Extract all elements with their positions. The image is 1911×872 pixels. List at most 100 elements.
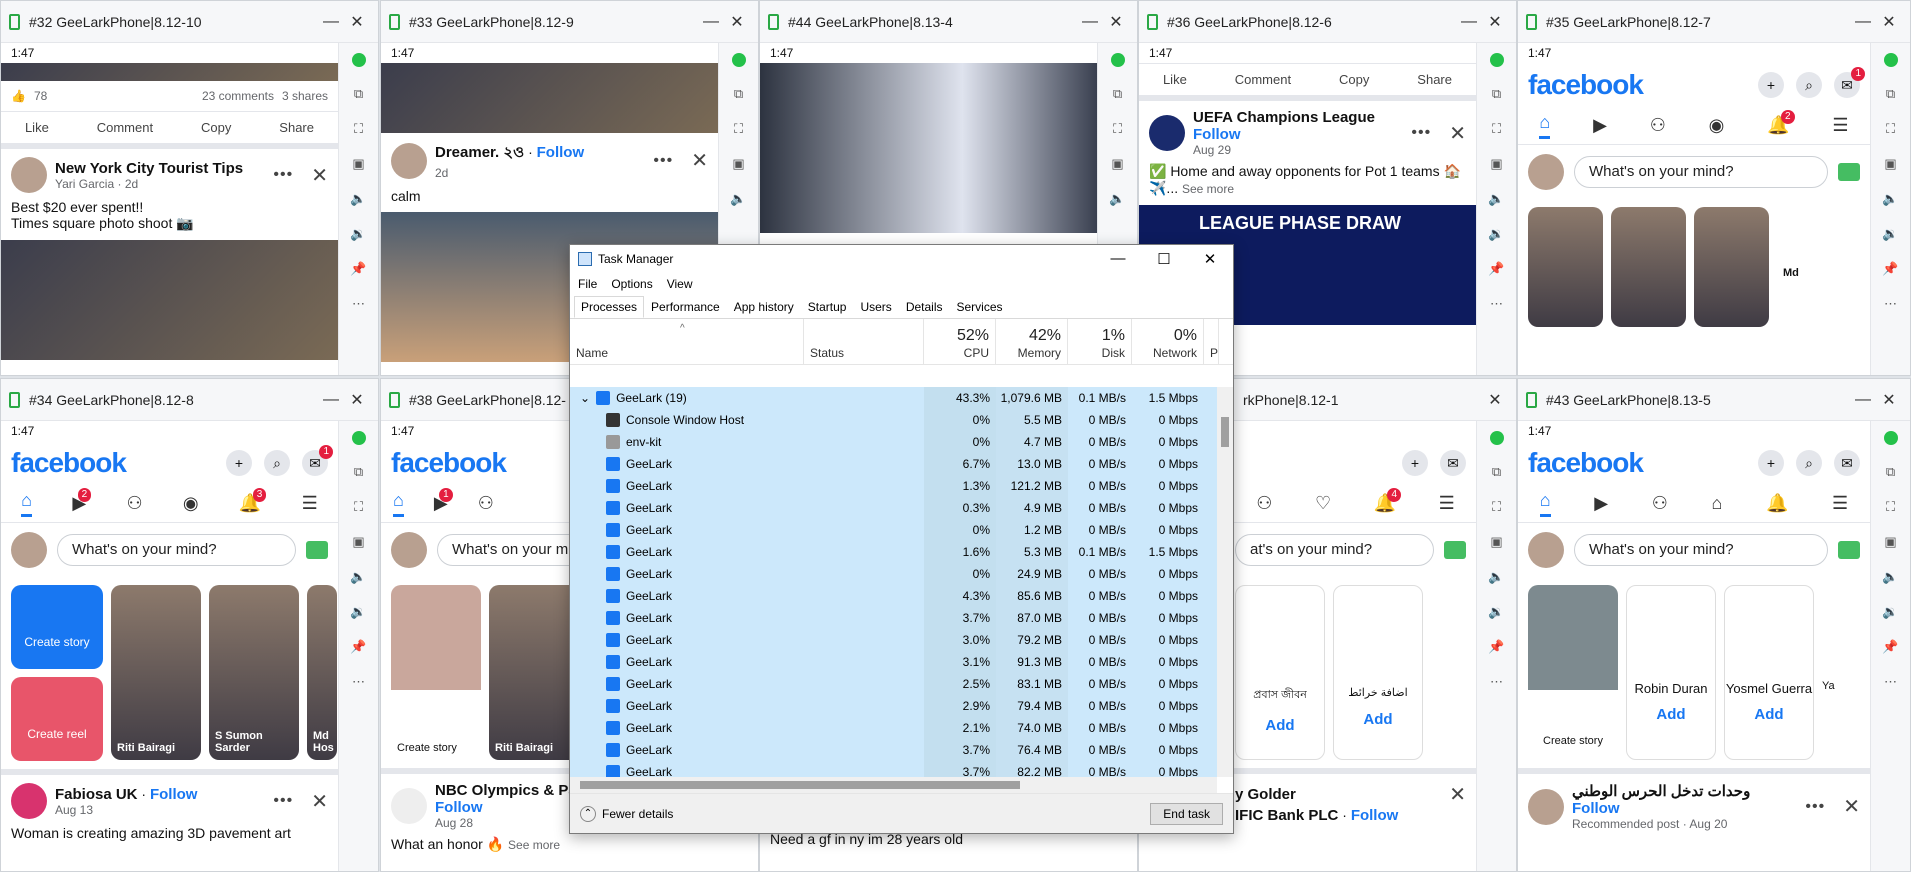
close-icon[interactable]: ✕ — [1103, 12, 1129, 32]
more-icon[interactable]: ⋯ — [1490, 296, 1503, 312]
notifications-icon[interactable]: 🔔 — [1766, 493, 1788, 514]
story-card[interactable] — [1611, 207, 1686, 327]
create-icon[interactable]: + — [1758, 72, 1784, 98]
scroll-thumb[interactable] — [1221, 417, 1229, 447]
follow-button[interactable]: Follow — [1572, 800, 1750, 817]
people-card[interactable]: Ya — [1822, 585, 1842, 760]
process-row[interactable]: Console Window Host 0% 5.5 MB 0 MB/s 0 Mbps — [570, 409, 1217, 431]
friends-icon[interactable]: ⚇ — [1256, 493, 1272, 514]
copy-icon[interactable]: ⧉ — [1492, 86, 1501, 102]
comment-count[interactable]: 23 comments — [202, 89, 274, 103]
profile-icon[interactable]: ◉ — [1709, 115, 1725, 136]
volume-down-icon[interactable]: 🔉 — [1488, 604, 1504, 620]
photo-icon[interactable] — [306, 541, 328, 559]
process-group-row[interactable]: ⌄ GeeLark (19) 43.3% 1,079.6 MB 0.1 MB/s 1.5 … — [570, 387, 1217, 409]
pin-icon[interactable]: 📌 — [350, 639, 366, 655]
screenshot-icon[interactable]: ▣ — [1884, 156, 1896, 172]
more-icon[interactable]: ⋯ — [1490, 674, 1503, 690]
whats-on-your-mind-input[interactable]: What's on your mind? — [1574, 534, 1828, 566]
window-titlebar[interactable]: #32 GeeLarkPhone|8.12-10 — ✕ — [1, 1, 378, 43]
post-image[interactable] — [1, 240, 338, 360]
volume-up-icon[interactable]: 🔈 — [350, 191, 366, 207]
avatar[interactable] — [11, 783, 47, 819]
volume-up-icon[interactable]: 🔈 — [730, 191, 746, 207]
create-story-card[interactable]: Create story — [391, 585, 481, 760]
process-row[interactable]: GeeLark 3.0% 79.2 MB 0 MB/s 0 Mbps — [570, 629, 1217, 651]
create-story-card[interactable]: Create story — [1528, 585, 1618, 760]
minimize-icon[interactable]: — — [1095, 250, 1141, 268]
tab-services[interactable]: Services — [950, 296, 1010, 318]
window-titlebar[interactable]: #36 GeeLarkPhone|8.12-6 — ✕ — [1139, 1, 1516, 43]
home-icon[interactable]: ⌂ — [21, 490, 33, 517]
tab-startup[interactable]: Startup — [801, 296, 854, 318]
friends-icon[interactable]: ⚇ — [1650, 115, 1666, 136]
whats-on-your-mind-input[interactable]: What's on your mind? — [57, 534, 296, 566]
search-icon[interactable]: ⌕ — [1796, 450, 1822, 476]
process-row[interactable]: GeeLark 2.9% 79.4 MB 0 MB/s 0 Mbps — [570, 695, 1217, 717]
friends-icon[interactable]: ⚇ — [1652, 493, 1668, 514]
close-icon[interactable]: ✕ — [1482, 12, 1508, 32]
close-icon[interactable]: ✕ — [724, 12, 750, 32]
process-row[interactable]: GeeLark 0.3% 4.9 MB 0 MB/s 0 Mbps — [570, 497, 1217, 519]
column-network[interactable]: 0% Network — [1132, 319, 1204, 364]
people-card[interactable]: اضافة خرائط Add — [1333, 585, 1423, 760]
column-name[interactable]: ^ Name — [570, 319, 804, 364]
dating-icon[interactable]: ♡ — [1315, 493, 1331, 514]
profile-icon[interactable]: ◉ — [183, 493, 199, 514]
add-friend-button[interactable]: Add — [1725, 706, 1813, 723]
add-friend-button[interactable]: Add — [1236, 717, 1324, 734]
messenger-icon[interactable]: ✉ — [1834, 450, 1860, 476]
process-row[interactable]: GeeLark 2.1% 74.0 MB 0 MB/s 0 Mbps — [570, 717, 1217, 739]
process-row[interactable]: GeeLark 3.1% 91.3 MB 0 MB/s 0 Mbps — [570, 651, 1217, 673]
post-image[interactable] — [381, 63, 718, 133]
window-titlebar[interactable]: #33 GeeLarkPhone|8.12-9 — ✕ — [381, 1, 758, 43]
see-more-link[interactable]: See more — [1182, 182, 1234, 196]
pin-icon[interactable]: 📌 — [350, 261, 366, 277]
screenshot-icon[interactable]: ▣ — [1490, 534, 1502, 550]
copy-button[interactable]: Copy — [1339, 72, 1369, 87]
process-row[interactable]: GeeLark 0% 24.9 MB 0 MB/s 0 Mbps — [570, 563, 1217, 585]
menu-file[interactable]: File — [578, 277, 597, 291]
notifications-icon[interactable]: 🔔 4 — [1374, 488, 1402, 514]
window-titlebar[interactable]: #35 GeeLarkPhone|8.12-7 — ✕ — [1518, 1, 1910, 43]
tab-performance[interactable]: Performance — [644, 296, 727, 318]
avatar[interactable] — [391, 788, 427, 824]
like-button[interactable]: Like — [25, 120, 49, 135]
close-icon[interactable]: ✕ — [1449, 121, 1466, 146]
resize-icon[interactable]: ⛶ — [1886, 499, 1895, 515]
column-disk[interactable]: 1% Disk — [1068, 319, 1132, 364]
share-button[interactable]: Share — [279, 120, 314, 135]
video-icon[interactable]: ▶ 2 — [72, 488, 92, 514]
avatar[interactable] — [11, 532, 47, 568]
resize-icon[interactable]: ⛶ — [1886, 121, 1895, 137]
tab-users[interactable]: Users — [853, 296, 898, 318]
people-card[interactable]: Robin Duran Add — [1626, 585, 1716, 760]
close-icon[interactable]: ✕ — [311, 163, 328, 188]
notifications-icon[interactable]: 🔔 2 — [1767, 110, 1795, 136]
follow-button[interactable]: Follow — [537, 144, 585, 161]
process-row[interactable]: GeeLark 3.7% 82.2 MB 0 MB/s 0 Mbps — [570, 761, 1217, 777]
process-row[interactable]: GeeLark 2.5% 83.1 MB 0 MB/s 0 Mbps — [570, 673, 1217, 695]
follow-button[interactable]: Follow — [1193, 126, 1375, 143]
minimize-icon[interactable]: — — [1456, 13, 1482, 31]
post-page-name[interactable]: New York City Tourist Tips — [55, 160, 243, 177]
close-icon[interactable]: ✕ — [311, 789, 328, 814]
minimize-icon[interactable]: — — [698, 13, 724, 31]
minimize-icon[interactable]: — — [1850, 13, 1876, 31]
minimize-icon[interactable]: — — [1077, 13, 1103, 31]
story-card[interactable]: Riti Bairagi — [111, 585, 201, 760]
process-row[interactable]: GeeLark 6.7% 13.0 MB 0 MB/s 0 Mbps — [570, 453, 1217, 475]
menu-icon[interactable]: ☰ — [1439, 493, 1455, 514]
process-row[interactable]: env-kit 0% 4.7 MB 0 MB/s 0 Mbps — [570, 431, 1217, 453]
video-icon[interactable]: ▶ — [1593, 115, 1607, 136]
add-friend-button[interactable]: Add — [1334, 711, 1422, 728]
copy-icon[interactable]: ⧉ — [1886, 86, 1895, 102]
maximize-icon[interactable]: ☐ — [1141, 250, 1187, 268]
volume-up-icon[interactable]: 🔈 — [1109, 191, 1125, 207]
photo-icon[interactable] — [1838, 163, 1860, 181]
close-icon[interactable]: ✕ — [691, 148, 708, 173]
video-icon[interactable]: ▶ — [1594, 493, 1608, 514]
create-story-card[interactable] — [1528, 207, 1603, 327]
screenshot-icon[interactable]: ▣ — [1884, 534, 1896, 550]
close-icon[interactable]: ✕ — [1843, 794, 1860, 819]
